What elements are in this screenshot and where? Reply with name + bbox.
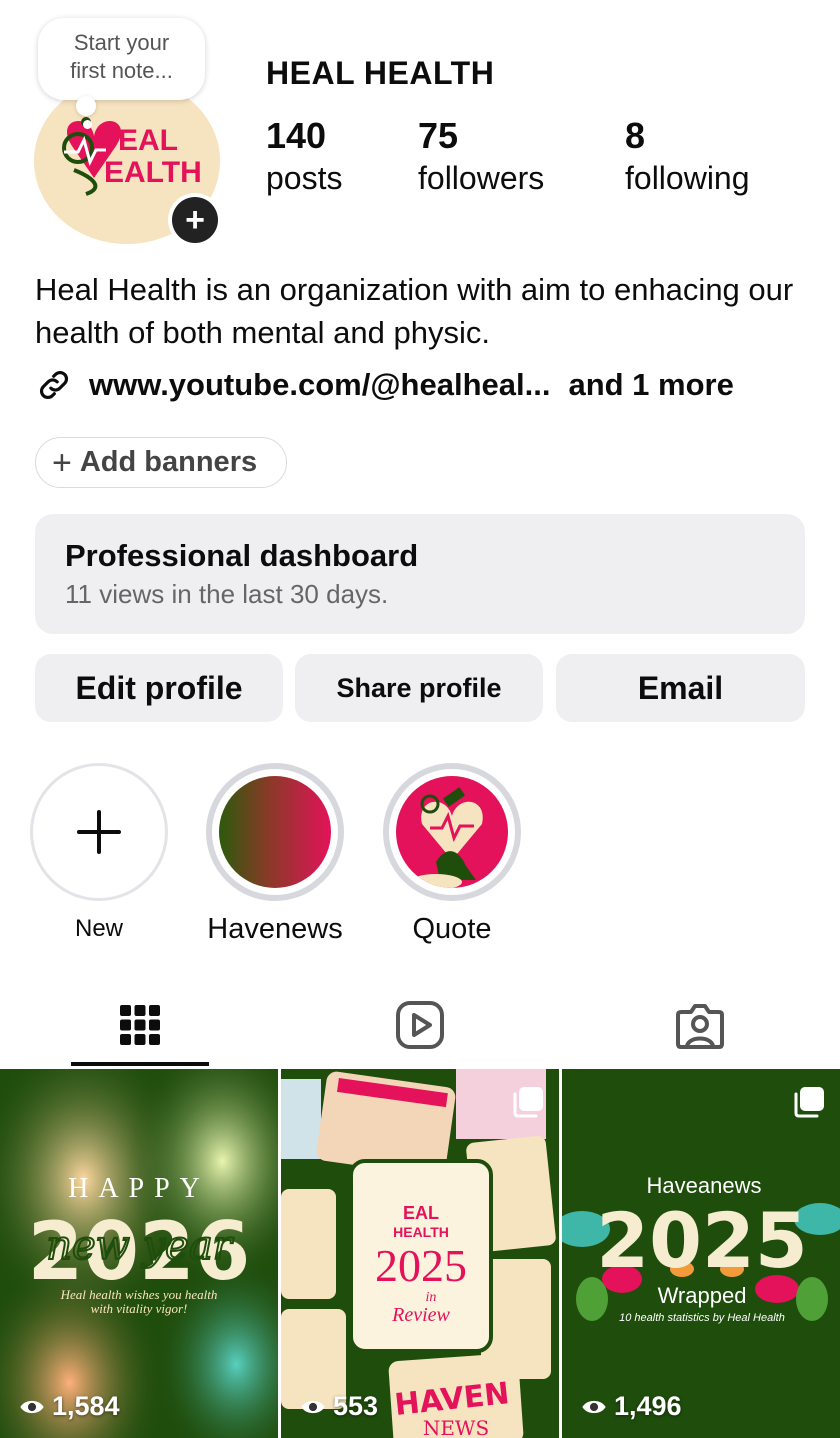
carousel-icon: [513, 1087, 543, 1118]
highlight-ring: [206, 763, 344, 901]
tab-tagged[interactable]: [635, 985, 765, 1065]
svg-text:with vitality vigor!: with vitality vigor!: [91, 1301, 188, 1316]
svg-text:new year: new year: [46, 1223, 235, 1269]
stat-label: followers: [418, 160, 545, 196]
dashboard-subtitle: 11 views in the last 30 days.: [65, 579, 389, 609]
avatar-text: EAL: [118, 124, 178, 157]
svg-text:HAPPY: HAPPY: [68, 1173, 210, 1204]
highlight-label: New: [74, 915, 123, 942]
svg-text:10 health statistics by Heal H: 10 health statistics by Heal Health: [619, 1312, 785, 1324]
svg-text:Review: Review: [391, 1304, 450, 1326]
stat-posts[interactable]: 140 posts: [266, 116, 342, 200]
svg-text:EAL: EAL: [403, 1203, 439, 1223]
highlight-label: Havenews: [207, 913, 343, 945]
stat-followers[interactable]: 75 followers: [418, 116, 544, 200]
post-thumbnail[interactable]: Haveanews 2025 Wrapped 10 health statist…: [562, 1069, 840, 1438]
dashboard-title: Professional dashboard: [65, 538, 419, 573]
svg-text:2025: 2025: [596, 1196, 808, 1285]
post-thumbnail[interactable]: HAPPY 2026 new year Heal health wishes y…: [0, 1069, 278, 1438]
highlight-havenews[interactable]: Havenews: [206, 763, 344, 951]
svg-text:2025: 2025: [375, 1240, 467, 1291]
post-image-wrapped: Haveanews 2025 Wrapped 10 health statist…: [562, 1069, 840, 1438]
plus-icon: [77, 810, 121, 854]
view-count-text: 1,496: [614, 1391, 682, 1421]
post-view-count: 1,496: [580, 1391, 682, 1422]
grid-icon: [120, 1005, 160, 1045]
highlight-quote[interactable]: Quote: [383, 763, 521, 951]
highlight-ring: [30, 763, 168, 901]
profile-link-url[interactable]: www.youtube.com/@healheal...: [89, 367, 550, 403]
tab-active-indicator: [71, 1062, 209, 1066]
add-banners-label: Add banners: [79, 446, 258, 478]
tagged-icon: [676, 1004, 724, 1049]
plus-icon: +: [52, 443, 72, 482]
stat-number: 75: [418, 115, 459, 156]
stat-label: posts: [266, 160, 343, 196]
post-view-count: 1,584: [18, 1391, 120, 1422]
tab-grid[interactable]: [75, 985, 205, 1065]
highlight-cover: [396, 776, 508, 888]
email-button[interactable]: Email: [556, 654, 805, 722]
svg-text:EALTH: EALTH: [104, 156, 202, 189]
add-story-button[interactable]: +: [168, 193, 222, 247]
highlight-cover: [219, 776, 331, 888]
plus-icon: +: [172, 197, 218, 243]
post-image-fireworks: HAPPY 2026 new year Heal health wishes y…: [0, 1069, 278, 1438]
svg-text:NEWS: NEWS: [423, 1416, 489, 1438]
stat-number: 8: [625, 115, 646, 156]
profile-username: HEAL HEALTH: [266, 55, 495, 91]
reels-icon: [396, 1001, 444, 1049]
eye-icon: [582, 1400, 606, 1413]
eye-icon: [20, 1400, 44, 1413]
carousel-icon: [794, 1087, 824, 1118]
highlight-new[interactable]: New: [30, 763, 168, 951]
svg-text:in: in: [426, 1290, 437, 1305]
edit-profile-button[interactable]: Edit profile: [35, 654, 283, 722]
view-count-text: 553: [333, 1391, 379, 1421]
stat-number: 140: [266, 115, 327, 156]
note-bubble-tail: [76, 96, 96, 116]
professional-dashboard[interactable]: Professional dashboard 11 views in the l…: [35, 514, 805, 634]
svg-text:Haveanews: Haveanews: [647, 1173, 762, 1198]
link-icon: [40, 371, 68, 399]
stat-following[interactable]: 8 following: [625, 116, 750, 200]
profile-bio: Heal Health is an organization with aim …: [35, 272, 794, 350]
add-banners-button[interactable]: + Add banners: [35, 437, 287, 488]
profile-link-more[interactable]: and 1 more: [568, 367, 733, 403]
highlight-ring: [383, 763, 521, 901]
note-bubble-tail-small: [83, 120, 92, 129]
profile-links[interactable]: www.youtube.com/@healheal... and 1 more: [35, 366, 734, 404]
post-view-count: 553: [299, 1391, 378, 1422]
eye-icon: [301, 1400, 325, 1413]
view-count-text: 1,584: [52, 1391, 120, 1421]
svg-text:Wrapped: Wrapped: [658, 1283, 747, 1308]
post-thumbnail[interactable]: EAL HEALTH 2025 in Review HAVEN NEWS 553: [281, 1069, 559, 1438]
tab-reels[interactable]: [355, 985, 485, 1065]
svg-text:HEALTH: HEALTH: [393, 1224, 449, 1240]
highlight-label: Quote: [412, 913, 492, 945]
share-profile-button[interactable]: Share profile: [295, 654, 543, 722]
stat-label: following: [625, 160, 750, 196]
post-image-review: EAL HEALTH 2025 in Review HAVEN NEWS: [281, 1069, 559, 1438]
note-bubble[interactable]: Start your first note...: [38, 18, 205, 100]
svg-text:Heal health wishes you health: Heal health wishes you health: [60, 1287, 218, 1302]
